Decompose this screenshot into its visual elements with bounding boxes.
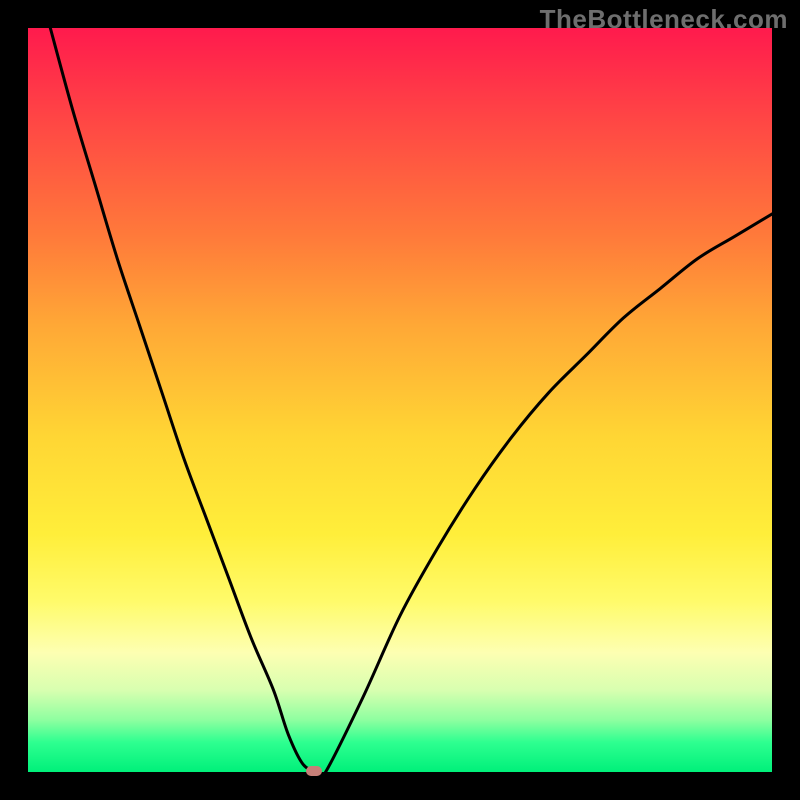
chart-frame: TheBottleneck.com <box>0 0 800 800</box>
minimum-marker <box>306 766 322 776</box>
plot-area <box>28 28 772 772</box>
bottleneck-curve <box>28 28 772 772</box>
